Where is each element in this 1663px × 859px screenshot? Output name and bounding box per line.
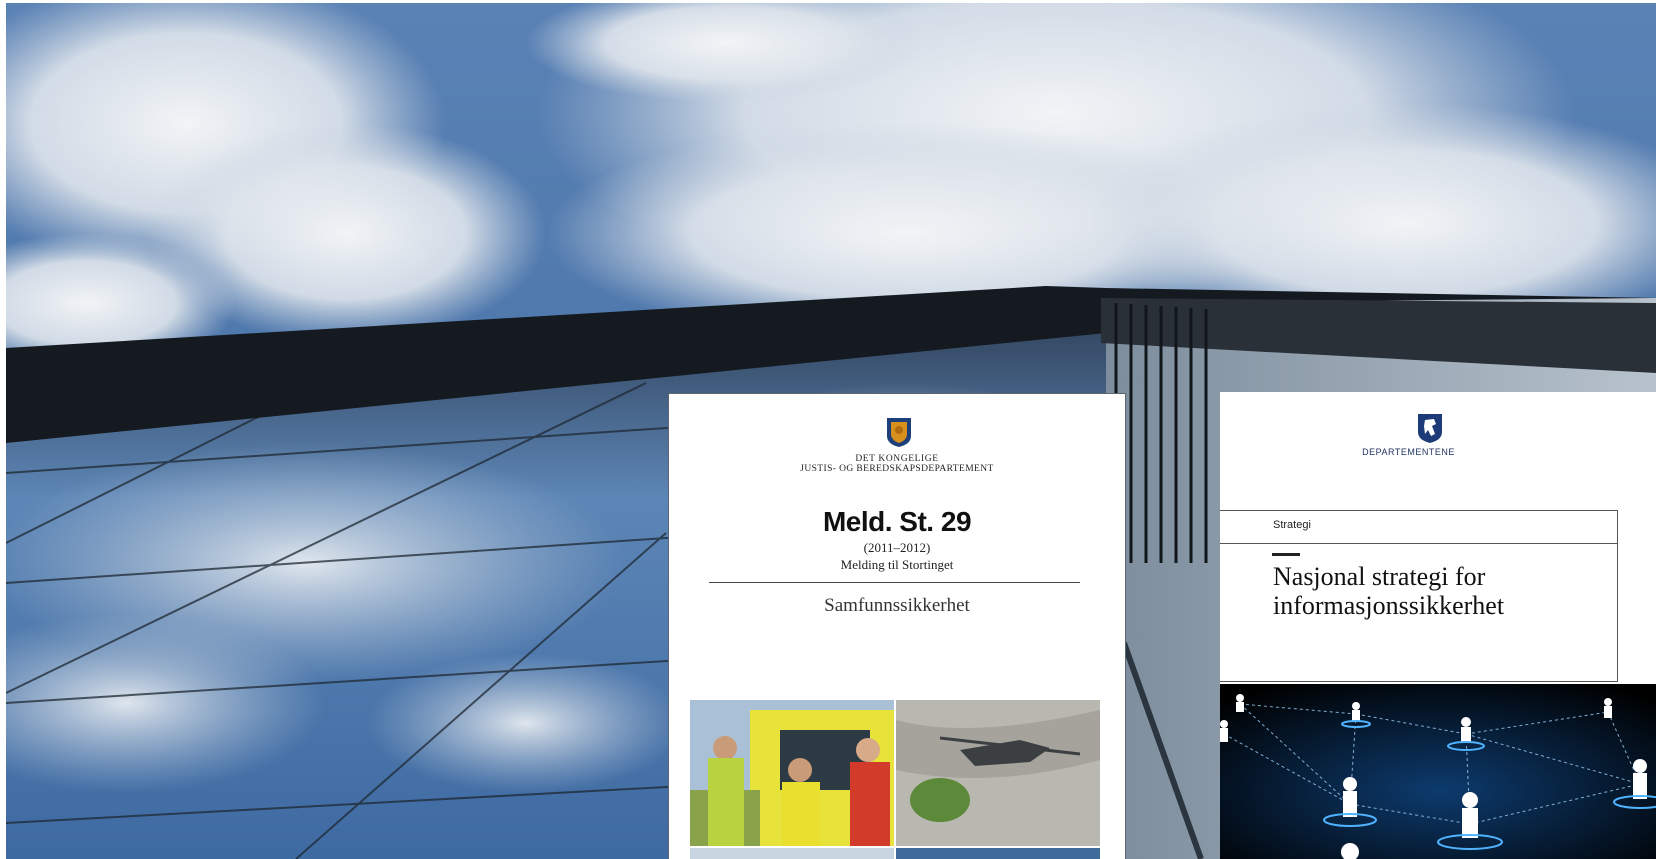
- department-label: DEPARTEMENTENE: [1362, 447, 1455, 457]
- report-subject: Samfunnssikkerhet: [824, 595, 970, 616]
- report-cover-meld-st-29: DET KONGELIGE JUSTIS- OG BEREDSKAPSDEPAR…: [668, 393, 1126, 859]
- title-frame-rule: [1220, 543, 1618, 544]
- report-period: (2011–2012): [863, 540, 931, 555]
- cover-photo-collage: [690, 700, 1100, 859]
- strategy-title-line-2: informasjonssikkerhet: [1273, 591, 1505, 620]
- photo-scene: DET KONGELIGE JUSTIS- OG BEREDSKAPSDEPAR…: [6, 3, 1656, 859]
- department-line-2: JUSTIS- OG BEREDSKAPSDEPARTEMENT: [800, 464, 994, 474]
- lion-crest-icon: [1418, 414, 1442, 443]
- department-line-1: DET KONGELIGE: [855, 454, 939, 464]
- helicopter-shadow-photo: [896, 700, 1100, 846]
- document-kind: Strategi: [1273, 519, 1311, 531]
- report-subtitle: Melding til Stortinget: [840, 557, 954, 572]
- network-people-illustration: [1220, 684, 1656, 859]
- divider: [709, 582, 1080, 583]
- royal-crest-icon: [887, 418, 911, 447]
- strategy-title-line-1: Nasjonal strategi for: [1273, 562, 1486, 591]
- strategy-cover-informasjonssikkerhet: DEPARTEMENTENE Strategi Nasjonal strateg…: [1220, 392, 1656, 859]
- accent-tick: [1272, 553, 1300, 556]
- police-and-rescue-workers-photo: [690, 700, 894, 846]
- report-title: Meld. St. 29: [822, 506, 972, 537]
